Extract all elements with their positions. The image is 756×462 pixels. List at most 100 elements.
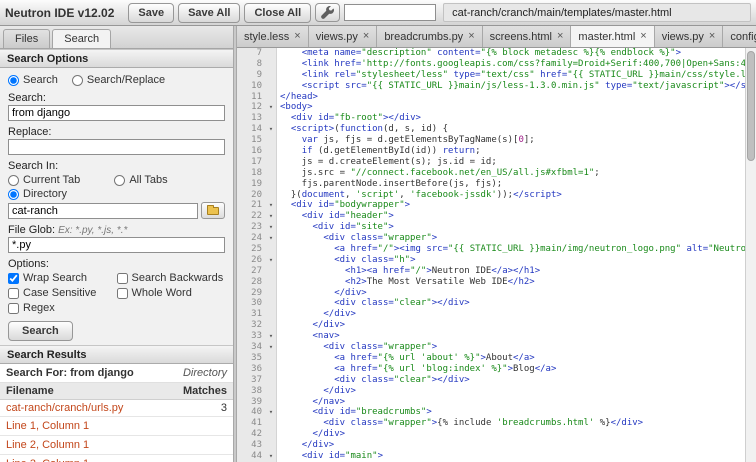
browse-folder-button[interactable] bbox=[201, 202, 225, 219]
search-scope-radio-all-tabs[interactable] bbox=[114, 174, 126, 186]
fold-icon[interactable]: ▾ bbox=[265, 451, 277, 462]
editor-scrollbar[interactable] bbox=[745, 48, 756, 462]
line-number: 37 bbox=[251, 374, 262, 385]
result-hit-link[interactable]: Line 1, Column 1 bbox=[0, 417, 233, 436]
code-line-text: </head> bbox=[280, 91, 318, 102]
fold-icon[interactable]: ▾ bbox=[265, 342, 277, 353]
directory-input[interactable] bbox=[8, 202, 198, 219]
code-line-text: <div class="h"> bbox=[334, 254, 416, 265]
search-options-header[interactable]: Search Options bbox=[0, 49, 233, 68]
fold-icon[interactable]: ▾ bbox=[265, 200, 277, 211]
line-number: 32 bbox=[251, 320, 262, 331]
code-line: 31 </div> bbox=[237, 309, 756, 320]
editor-tab-config-js[interactable]: config.js× bbox=[723, 26, 756, 47]
checkbox-input-search-backwards[interactable] bbox=[116, 272, 128, 284]
search-button[interactable]: Search bbox=[8, 321, 73, 341]
search-scope-option-directory[interactable]: Directory bbox=[8, 187, 114, 201]
sidebar-tab-search[interactable]: Search bbox=[52, 29, 112, 48]
fold-icon[interactable]: ▾ bbox=[265, 233, 277, 244]
file-glob-input[interactable] bbox=[8, 237, 225, 253]
search-mode-option-search-replace[interactable]: Search/Replace bbox=[71, 74, 165, 86]
line-number: 23 bbox=[251, 222, 262, 233]
tab-close-icon[interactable]: × bbox=[363, 31, 369, 42]
code-editor[interactable]: 7 <meta name="description" content="{% b… bbox=[237, 48, 756, 462]
tab-label: style.less bbox=[244, 30, 290, 43]
editor-tab-views-py[interactable]: views.py × bbox=[654, 26, 724, 47]
checkbox-wrap-search[interactable]: Wrap Search bbox=[8, 271, 117, 285]
current-file-path: cat-ranch/cranch/main/templates/master.h… bbox=[443, 3, 751, 22]
fold-icon[interactable]: ▾ bbox=[265, 331, 277, 342]
checkbox-input-regex[interactable] bbox=[8, 302, 19, 314]
search-mode-option-search[interactable]: Search bbox=[8, 74, 58, 86]
checkbox-regex[interactable]: Regex bbox=[8, 301, 117, 315]
tab-close-icon[interactable]: × bbox=[468, 31, 474, 42]
code-line: 17 js = d.createElement(s); js.id = id; bbox=[237, 157, 756, 168]
search-input[interactable] bbox=[8, 105, 225, 121]
code-line: 8 <link href='http://fonts.googleapis.co… bbox=[237, 59, 756, 70]
fold-icon[interactable]: ▾ bbox=[265, 222, 277, 233]
result-hit-link[interactable]: Line 3, Column 1 bbox=[0, 455, 233, 462]
code-line: 26 ▾ <div class="h"> bbox=[237, 255, 756, 266]
line-number: 40 bbox=[251, 407, 262, 418]
results-query-prefix: Search For: bbox=[6, 367, 68, 379]
sidebar-tab-files[interactable]: Files bbox=[3, 29, 51, 48]
result-file-link[interactable]: cat-ranch/cranch/urls.py bbox=[6, 402, 123, 414]
fold-icon[interactable]: ▾ bbox=[265, 211, 277, 222]
search-mode-radio-search[interactable] bbox=[8, 74, 19, 86]
fold-icon[interactable]: ▾ bbox=[265, 102, 277, 113]
checkbox-input-wrap-search[interactable] bbox=[8, 272, 19, 284]
search-scope-radio-directory[interactable] bbox=[8, 188, 19, 200]
code-line-text: if (d.getElementById(id)) return; bbox=[301, 146, 481, 157]
search-mode-radio-search-replace[interactable] bbox=[71, 74, 83, 86]
editor-tab-strip: style.less × views.py × breadcrumbs.py × scree… bbox=[237, 26, 756, 47]
save-all-button[interactable]: Save All bbox=[178, 2, 241, 23]
settings-wrench-button[interactable] bbox=[315, 3, 341, 22]
fold-icon[interactable]: ▾ bbox=[265, 124, 277, 135]
code-line: 29 </div> bbox=[237, 288, 756, 299]
line-number: 26 bbox=[251, 254, 262, 265]
neutron-ide-app: Neutron IDE v12.02 Save Save All Close A… bbox=[0, 0, 756, 462]
line-number: 8 bbox=[256, 58, 262, 69]
code-line-text: <h2>The Most Versatile Web IDE</h2> bbox=[345, 276, 535, 287]
replace-input[interactable] bbox=[8, 139, 225, 155]
close-all-button[interactable]: Close All bbox=[244, 2, 312, 23]
checkbox-input-case-sensitive[interactable] bbox=[8, 287, 19, 299]
line-number: 13 bbox=[251, 113, 262, 124]
line-number: 43 bbox=[251, 440, 262, 451]
code-line: 35 <a href="{% url 'about' %}">About</a> bbox=[237, 353, 756, 364]
sidebar: Files Search Search Options Search Search/… bbox=[0, 26, 233, 462]
search-scope-option-current-tab[interactable]: Current Tab bbox=[8, 173, 114, 187]
line-number: 31 bbox=[251, 309, 262, 320]
editor-tab-master-html[interactable]: master.html × bbox=[571, 26, 655, 47]
checkbox-whole-word[interactable]: Whole Word bbox=[116, 286, 226, 300]
code-lines: 7 <meta name="description" content="{% b… bbox=[237, 48, 756, 462]
checkbox-case-sensitive[interactable]: Case Sensitive bbox=[8, 286, 117, 300]
search-scope-radio-current-tab[interactable] bbox=[8, 174, 19, 186]
line-number: 29 bbox=[251, 287, 262, 298]
result-file-row[interactable]: cat-ranch/cranch/urls.py 3 bbox=[0, 400, 233, 417]
wrench-icon bbox=[321, 5, 335, 19]
toolbar-input[interactable] bbox=[344, 4, 437, 21]
search-scope-option-all-tabs[interactable]: All Tabs bbox=[114, 173, 220, 187]
search-results-header[interactable]: Search Results bbox=[0, 345, 233, 364]
editor-tab-views-py[interactable]: views.py × bbox=[308, 26, 378, 47]
tab-close-icon[interactable]: × bbox=[709, 31, 715, 42]
fold-icon[interactable]: ▾ bbox=[265, 255, 277, 266]
scrollbar-thumb[interactable] bbox=[747, 51, 755, 161]
editor-tab-screens-html[interactable]: screens.html × bbox=[482, 26, 572, 47]
result-hit-link[interactable]: Line 2, Column 1 bbox=[0, 436, 233, 455]
editor-tab-style-less[interactable]: style.less × bbox=[237, 26, 309, 47]
save-button[interactable]: Save bbox=[128, 2, 175, 23]
tab-close-icon[interactable]: × bbox=[294, 31, 300, 42]
code-line-text: </nav> bbox=[312, 396, 346, 407]
line-number: 7 bbox=[256, 48, 262, 58]
tab-close-icon[interactable]: × bbox=[557, 31, 563, 42]
checkbox-input-whole-word[interactable] bbox=[116, 287, 128, 299]
checkbox-search-backwards[interactable]: Search Backwards bbox=[116, 271, 226, 285]
editor-tab-breadcrumbs-py[interactable]: breadcrumbs.py × bbox=[377, 26, 483, 47]
fold-icon[interactable]: ▾ bbox=[265, 407, 277, 418]
tab-close-icon[interactable]: × bbox=[640, 31, 646, 42]
